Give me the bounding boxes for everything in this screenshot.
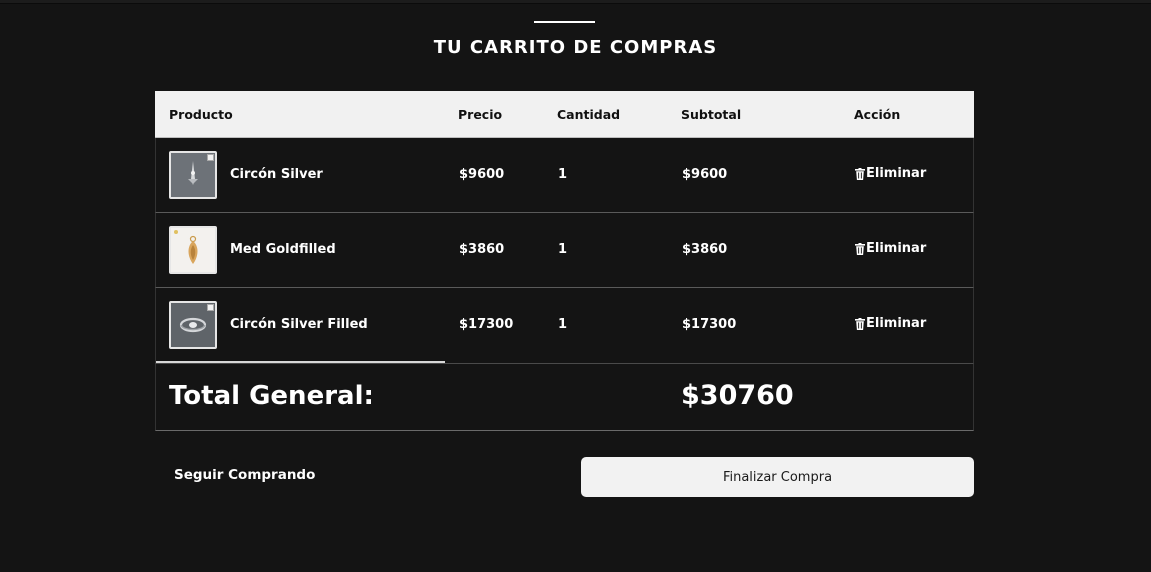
header-price: Precio [458,107,503,122]
table-row: Circón Silver $9600 1 $9600 Eliminar [155,138,974,213]
remove-label: Eliminar [866,316,927,331]
silver-pendant-icon [169,151,217,199]
product-quantity: 1 [558,167,568,182]
table-row: Circón Silver Filled $17300 1 $17300 Eli… [155,288,974,363]
remove-button[interactable]: Eliminar [855,166,926,181]
total-row: Total General: $30760 [155,363,974,431]
total-value: $30760 [681,380,794,411]
remove-label: Eliminar [866,241,927,256]
remove-label: Eliminar [866,166,927,181]
top-border [0,0,1151,4]
product-name: Circón Silver Filled [230,317,368,332]
trash-icon [855,167,865,180]
header-action: Acción [854,107,901,122]
cart-table: Producto Precio Cantidad Subtotal Acción… [155,91,974,431]
product-quantity: 1 [558,317,568,332]
product-name: Circón Silver [230,167,323,182]
header-quantity: Cantidad [557,107,621,122]
product-subtotal: $3860 [682,242,728,257]
product-price: $9600 [459,167,505,182]
remove-button[interactable]: Eliminar [855,241,926,256]
product-name: Med Goldfilled [230,242,336,257]
header-product: Producto [169,107,233,122]
product-subtotal: $17300 [682,317,737,332]
table-row: Med Goldfilled $3860 1 $3860 Eliminar [155,213,974,288]
total-label: Total General: [169,381,374,411]
continue-shopping-link[interactable]: Seguir Comprando [174,467,315,483]
silver-ring-icon [169,301,217,349]
gold-medal-icon [169,226,217,274]
checkout-button[interactable]: Finalizar Compra [581,457,974,497]
product-quantity: 1 [558,242,568,257]
page-title: TU CARRITO DE COMPRAS [433,37,718,58]
product-subtotal: $9600 [682,167,728,182]
product-price: $3860 [459,242,505,257]
table-header: Producto Precio Cantidad Subtotal Acción [155,91,974,138]
header-subtotal: Subtotal [681,107,742,122]
title-accent-line [534,21,595,23]
product-price: $17300 [459,317,514,332]
trash-icon [855,317,865,330]
remove-button[interactable]: Eliminar [855,316,926,331]
trash-icon [855,242,865,255]
